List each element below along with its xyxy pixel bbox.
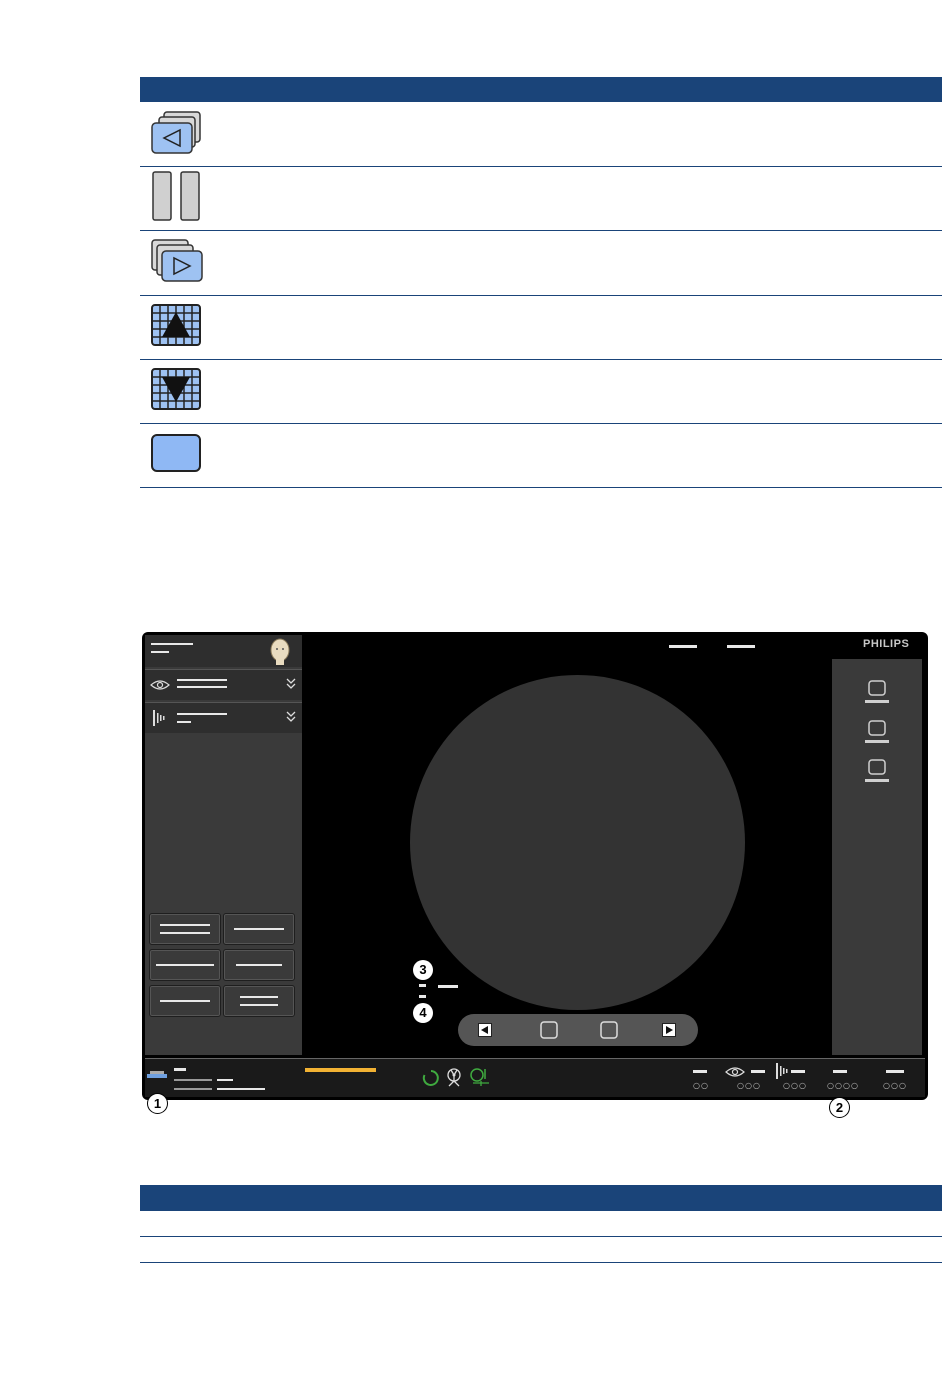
patient-header[interactable] [145, 635, 302, 667]
next-icon[interactable] [662, 1023, 676, 1037]
next-series-icon [150, 237, 204, 287]
previous-series-icon [150, 109, 204, 159]
frame-button-icon[interactable] [864, 679, 890, 705]
chevron-down-icon[interactable] [285, 710, 297, 724]
status-value: ○○○ [783, 1081, 807, 1090]
left-panel [145, 635, 302, 1055]
table-row-divider [140, 1236, 942, 1237]
frame-icon[interactable] [540, 1021, 558, 1039]
right-panel [832, 659, 922, 1055]
previous-icon[interactable] [478, 1023, 492, 1037]
table-row-divider [140, 423, 942, 424]
table-row-divider [140, 230, 942, 231]
table-row-divider [140, 487, 942, 488]
tube-icon [470, 1068, 489, 1086]
callout-2: 2 [829, 1097, 850, 1118]
top-label [669, 645, 697, 648]
beam-icon [153, 710, 165, 726]
top-label [727, 645, 755, 648]
table-row-divider [140, 359, 942, 360]
status-value: ○○ [693, 1081, 709, 1090]
beam-section[interactable] [145, 702, 302, 733]
callout-4: 4 [413, 1003, 433, 1023]
panel-button[interactable] [149, 913, 221, 945]
frame-icon[interactable] [600, 1021, 618, 1039]
callout-3: 3 [413, 960, 433, 980]
view-section[interactable] [145, 669, 302, 700]
single-frame-icon [150, 433, 204, 483]
grid-down-icon [150, 367, 204, 417]
panel-button[interactable] [223, 985, 295, 1017]
eye-icon [725, 1067, 745, 1077]
image-viewport[interactable] [410, 675, 745, 1010]
navigation-bar [458, 1014, 698, 1046]
beam-icon [776, 1063, 788, 1079]
table-row-divider [140, 295, 942, 296]
panel-button[interactable] [149, 985, 221, 1017]
status-value: ○○○○ [827, 1081, 859, 1090]
status-bar: ○○ ○○○ ○○○ ○○○○ ○○○ [145, 1058, 925, 1097]
callout-1: 1 [147, 1093, 168, 1114]
panel-button[interactable] [223, 913, 295, 945]
bottom-table-header [140, 1185, 942, 1211]
chevron-down-icon[interactable] [285, 677, 297, 691]
status-value: ○○○ [883, 1081, 907, 1090]
table-icon [147, 1071, 167, 1078]
table-row-divider [140, 1262, 942, 1263]
pause-icon [150, 171, 204, 221]
eye-icon [150, 680, 170, 690]
frame-button-icon[interactable] [864, 758, 890, 784]
table-row-divider [140, 166, 942, 167]
panel-button[interactable] [149, 949, 221, 981]
progress-indicator [305, 1068, 376, 1072]
panel-button[interactable] [223, 949, 295, 981]
frame-button-icon[interactable] [864, 719, 890, 745]
status-value: ○○○ [737, 1081, 761, 1090]
head-icon [270, 638, 290, 665]
brand-logo: PHILIPS [863, 638, 910, 650]
refresh-icon [422, 1070, 439, 1086]
grid-up-icon [150, 303, 204, 353]
radiation-icon [447, 1068, 461, 1087]
top-table-header [140, 77, 942, 102]
viewer-screen: PHILIPS 3 4 ○○ ○○○ ○○○ ○○○○ ○○○ [142, 632, 928, 1100]
